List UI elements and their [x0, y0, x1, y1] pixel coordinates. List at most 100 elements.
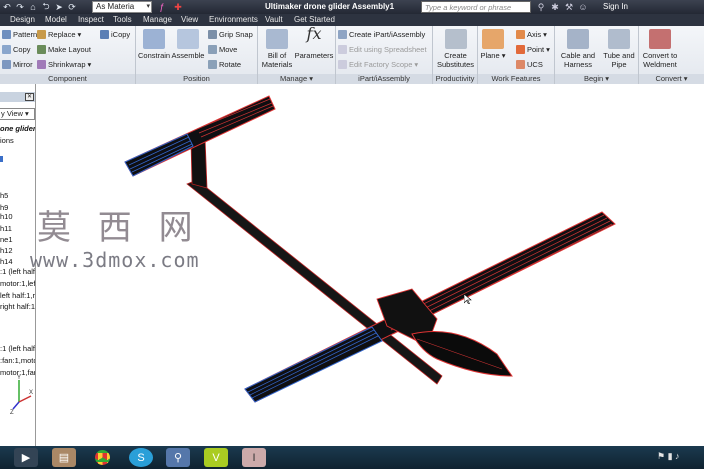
tray-icons: ⚑ ▮ ♪ [657, 451, 680, 461]
rotate-button[interactable]: Rotate [208, 60, 241, 69]
mirror-button[interactable]: Mirror [2, 60, 33, 69]
rotate-label: Rotate [219, 60, 242, 69]
browser-item[interactable]: h9 [0, 203, 8, 212]
bom-icon [266, 29, 288, 49]
tab-inspect[interactable]: Inspect [78, 15, 104, 25]
edit-spreadsheet-button[interactable]: Edit using Spreadsheet [338, 45, 427, 54]
search-input[interactable]: Type a keyword or phrase [421, 1, 531, 13]
constrain-icon [143, 29, 165, 49]
expand-marker[interactable] [0, 156, 3, 162]
convert-panel-label[interactable]: Convert ▾ [639, 74, 704, 84]
sign-in-link[interactable]: Sign In [603, 2, 628, 11]
tab-tools[interactable]: Tools [113, 15, 132, 25]
move-button[interactable]: Move [208, 45, 237, 54]
svg-text:Y: Y [17, 375, 21, 381]
create-substitutes-button[interactable]: Create Substitutes [434, 29, 477, 69]
cable-harness-button[interactable]: Cable and Harness [556, 29, 600, 69]
bill-of-materials-button[interactable]: Bill of Materials [260, 29, 294, 69]
inventor-icon[interactable]: I [242, 448, 266, 467]
browser-item[interactable]: left half:1,r [0, 291, 35, 300]
copy-button[interactable]: Copy [2, 45, 31, 54]
point-button[interactable]: Point ▾ [516, 45, 550, 54]
plane-button[interactable]: Plane ▾ [480, 29, 506, 60]
edit-factory-scope-button[interactable]: Edit Factory Scope ▾ [338, 60, 418, 69]
assembly-root[interactable]: one glider A [0, 124, 35, 133]
browser-item[interactable]: motor:1,lef [0, 279, 35, 288]
convert-label-text: Convert [655, 74, 682, 83]
grip-snap-label: Grip Snap [219, 30, 253, 39]
pattern-button[interactable]: Pattern [2, 30, 37, 39]
tab-vault[interactable]: Vault [265, 15, 283, 25]
replace-button[interactable]: Replace ▾ [37, 30, 81, 39]
select-icon[interactable]: ➤ [54, 2, 64, 12]
tab-model[interactable]: Model [45, 15, 67, 25]
redo-icon[interactable]: ↷ [15, 2, 25, 12]
color-icon[interactable]: ✚ [173, 2, 183, 12]
watermark-cn: 莫 西 网 [37, 208, 201, 248]
tab-manage[interactable]: Manage [143, 15, 172, 25]
create-substitutes-label: Create Substitutes [436, 51, 475, 69]
shrinkwrap-button[interactable]: Shrinkwrap ▾ [37, 60, 91, 69]
browser-view-dropdown[interactable]: y View ▾ [0, 108, 35, 120]
begin-panel-label[interactable]: Begin ▾ [555, 74, 638, 84]
make-layout-button[interactable]: Make Layout [37, 45, 91, 54]
appearance-tools: ƒ ✚ [157, 1, 183, 13]
convert-weldment-button[interactable]: Convert to Weldment [640, 29, 680, 69]
vault-icon[interactable]: V [204, 448, 228, 467]
constrain-button[interactable]: Constrain [138, 29, 170, 60]
browser-item[interactable]: h10 [0, 212, 13, 221]
axis-label: Axis [527, 30, 542, 39]
material-value: As Materia [96, 2, 135, 11]
binoculars-icon[interactable]: ⚲ [536, 2, 546, 13]
parameters-button[interactable]: fx Parameters [294, 24, 334, 61]
create-ipart-button[interactable]: Create iPart/iAssembly [338, 30, 425, 39]
tab-design[interactable]: Design [10, 15, 35, 25]
browser-item[interactable]: h5 [0, 191, 8, 200]
edit-spreadsheet-label: Edit using Spreadsheet [349, 45, 427, 54]
browser-item[interactable]: ne1 [0, 235, 13, 244]
point-icon [516, 45, 525, 54]
move-label: Move [219, 45, 238, 54]
skype-icon[interactable]: S [129, 448, 153, 467]
browser-item[interactable]: ions [0, 136, 14, 145]
constrain-label: Constrain [138, 51, 171, 60]
appearance-icon[interactable]: ƒ [157, 2, 167, 12]
tube-pipe-button[interactable]: Tube and Pipe [600, 29, 638, 69]
browser-item[interactable]: h12 [0, 246, 13, 255]
user-icon[interactable]: ☺ [578, 2, 588, 12]
media-player-icon[interactable]: ▶ [14, 448, 38, 467]
browser-item[interactable]: :1 (left half [0, 344, 35, 353]
return-icon[interactable]: ⮌ [41, 1, 51, 12]
axis-button[interactable]: Axis ▾ [516, 30, 547, 39]
folder-icon[interactable]: ▤ [52, 448, 76, 467]
ucs-icon [516, 60, 525, 69]
shrinkwrap-icon [37, 60, 46, 69]
browser-item[interactable]: :fan:1,motor [0, 356, 35, 365]
material-dropdown[interactable]: As Materia ▾ [92, 1, 152, 13]
wrench-icon[interactable]: ⚒ [564, 2, 574, 13]
mirror-icon [2, 60, 11, 69]
icopy-button[interactable]: iCopy [100, 30, 130, 39]
undo-icon[interactable]: ↶ [2, 2, 12, 12]
browser-item[interactable]: h14 [0, 257, 13, 266]
home-icon[interactable]: ⌂ [28, 2, 38, 12]
tab-view[interactable]: View [181, 15, 198, 25]
pattern-label: Pattern [13, 30, 38, 39]
ipart-panel-label: iPart/iAssembly [336, 74, 432, 84]
ucs-button[interactable]: UCS [516, 60, 543, 69]
grip-snap-button[interactable]: Grip Snap [208, 30, 253, 39]
manage-panel-label[interactable]: Manage ▾ [258, 74, 335, 84]
browser-item[interactable]: right half:1, [0, 302, 35, 311]
update-icon[interactable]: ⟳ [67, 2, 77, 12]
weldment-label: Convert to Weldment [642, 51, 678, 69]
search-icon[interactable]: ⚲ [166, 448, 190, 467]
close-icon[interactable]: ✕ [25, 93, 34, 101]
chevron-down-icon: ▾ [87, 60, 92, 69]
assemble-button[interactable]: Assemble [171, 29, 205, 60]
star-icon[interactable]: ✱ [550, 2, 560, 13]
chrome-icon[interactable] [90, 448, 114, 467]
function-icon: fx [306, 24, 322, 43]
browser-item[interactable]: h11 [0, 224, 12, 233]
tab-environments[interactable]: Environments [209, 15, 258, 25]
title-bar: ↶ ↷ ⌂ ⮌ ➤ ⟳ As Materia ▾ ƒ ✚ Ultimaker d… [0, 0, 704, 14]
